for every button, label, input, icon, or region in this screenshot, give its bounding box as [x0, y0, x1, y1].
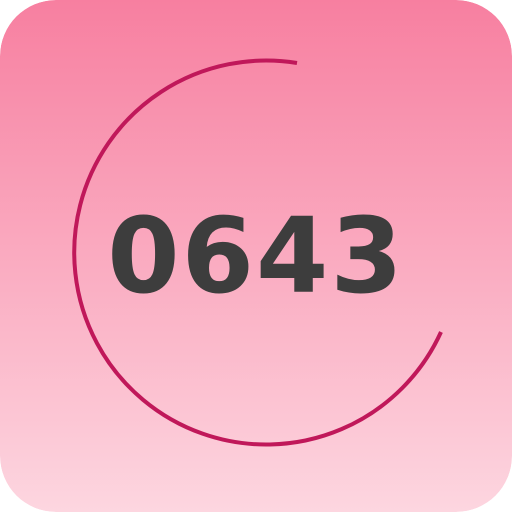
app-icon: 0643	[0, 0, 512, 512]
code-number: 0643	[107, 195, 405, 317]
